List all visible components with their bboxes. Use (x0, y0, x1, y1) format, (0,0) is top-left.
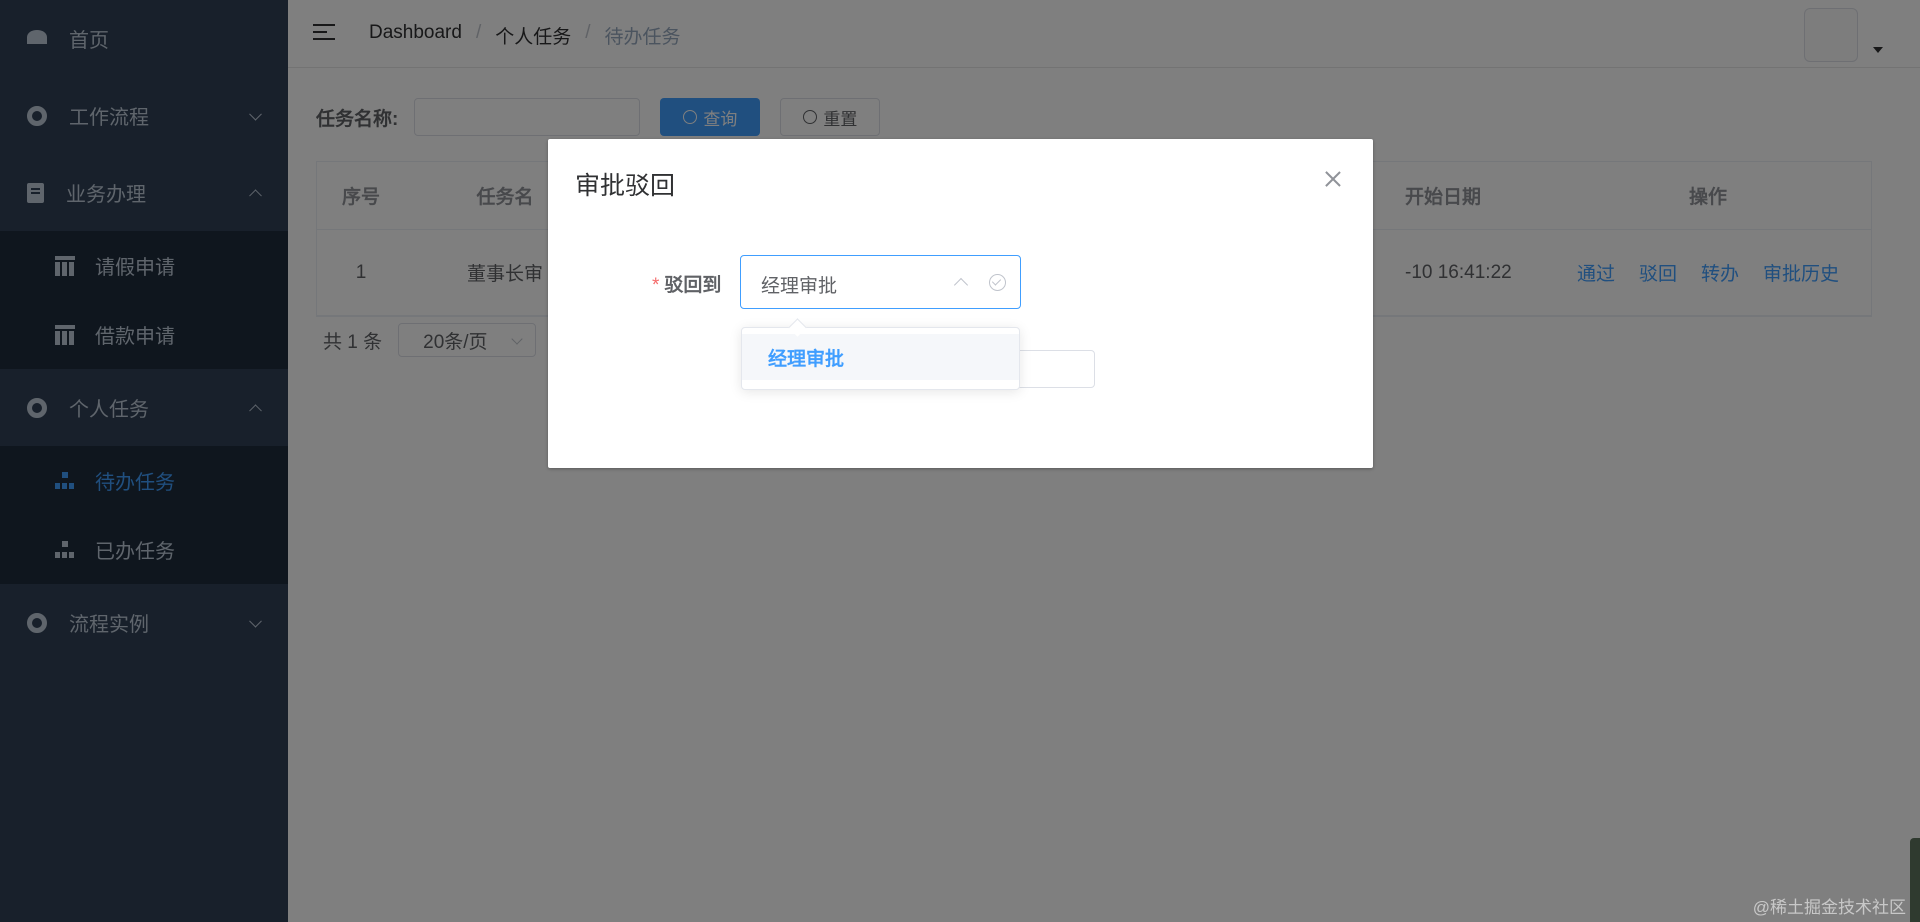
reject-to-select[interactable]: 经理审批 (740, 255, 1021, 309)
reject-to-label-text: 驳回到 (664, 275, 722, 296)
select-option[interactable]: 经理审批 (742, 334, 1019, 380)
watermark: @稀土掘金技术社区 (1752, 898, 1906, 917)
select-value: 经理审批 (761, 276, 838, 297)
close-icon[interactable] (1323, 169, 1343, 189)
dialog-title: 审批驳回 (575, 172, 676, 200)
reject-to-label: * 驳回到 (652, 270, 721, 297)
reject-dialog: 审批驳回 * 驳回到 经理审批 经理审批 (548, 139, 1373, 468)
chevron-up-icon (953, 277, 969, 293)
check-circle-icon (989, 274, 1006, 291)
select-dropdown: 经理审批 (741, 327, 1020, 390)
side-widget[interactable] (1910, 838, 1920, 922)
required-mark: * (652, 275, 660, 296)
